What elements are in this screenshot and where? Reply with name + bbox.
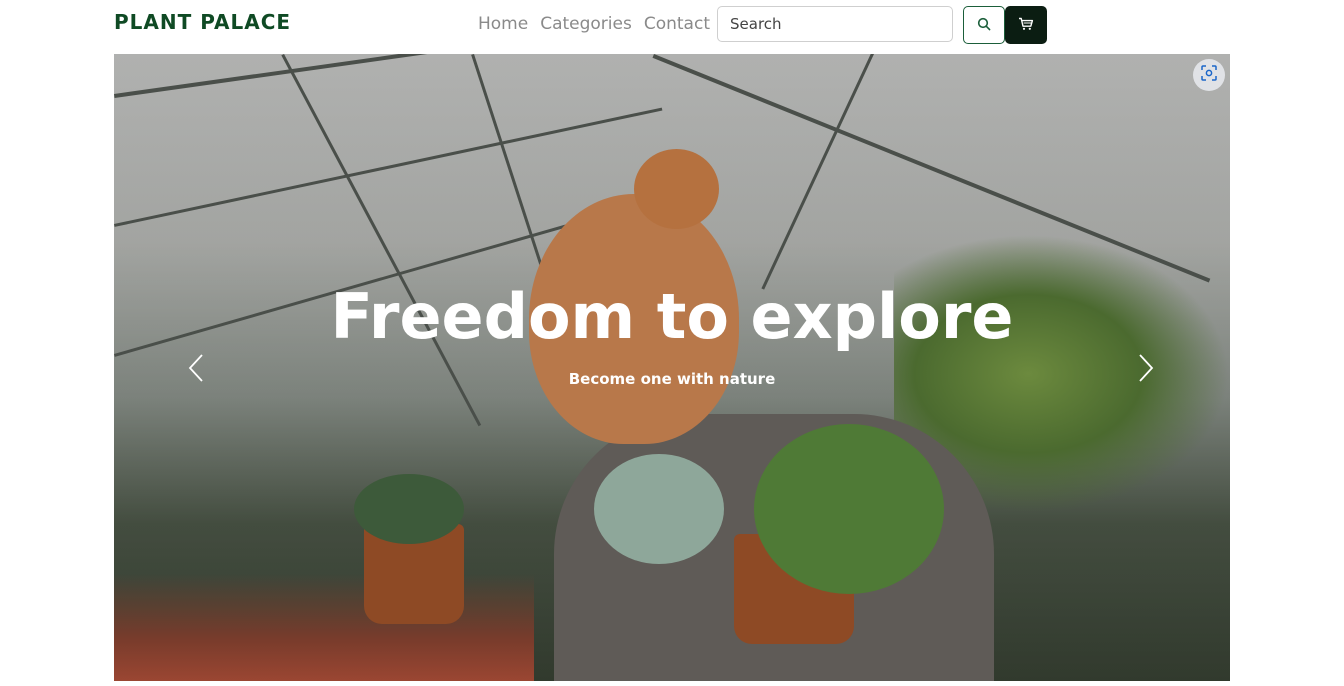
hero-carousel: Freedom to explore Become one with natur… (114, 54, 1230, 681)
navbar: PLANT PALACE Home Categories Contact (0, 0, 1344, 54)
nav-link-contact[interactable]: Contact (644, 14, 710, 34)
nav-links: Home Categories Contact (478, 14, 722, 34)
search-icon (977, 16, 991, 35)
hero-title: Freedom to explore (330, 280, 1014, 353)
carousel-prev-button[interactable] (176, 350, 216, 390)
cart-button[interactable] (1005, 6, 1047, 44)
spiky-plant (354, 474, 464, 544)
nav-link-categories[interactable]: Categories (540, 14, 632, 34)
brand-logo[interactable]: PLANT PALACE (114, 10, 291, 34)
cart-icon (1018, 16, 1034, 35)
visual-search-icon (1200, 64, 1218, 86)
greenhouse-roof-beam (114, 107, 663, 227)
visual-search-button[interactable] (1193, 59, 1225, 91)
person-hair-bun (634, 149, 719, 229)
hero-subtitle: Become one with nature (568, 370, 776, 388)
greenhouse-roof-beam (114, 54, 729, 98)
flower-bed (114, 574, 534, 681)
leafy-plant (754, 424, 944, 594)
greenhouse-roof-beam (761, 54, 874, 290)
chevron-right-icon (1138, 353, 1154, 387)
succulent-plant (594, 454, 724, 564)
carousel-next-button[interactable] (1126, 350, 1166, 390)
chevron-left-icon (188, 353, 204, 387)
search-button[interactable] (963, 6, 1005, 44)
nav-link-home[interactable]: Home (478, 14, 528, 34)
search-input[interactable] (717, 6, 953, 42)
